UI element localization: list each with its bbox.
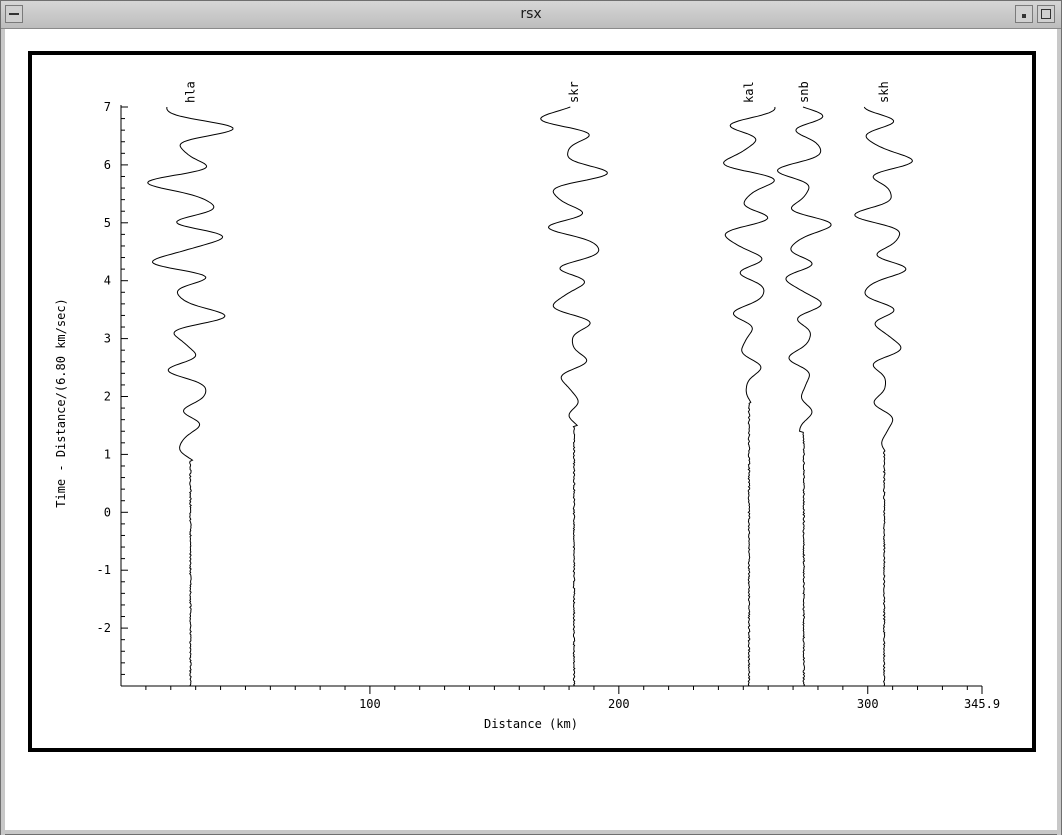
y-tick-label: 4 [104,274,111,288]
y-tick-label: 6 [104,158,111,172]
y-tick-label: 0 [104,505,111,519]
station-label-skr: skr [567,81,581,103]
y-tick-label: 1 [104,447,111,461]
y-axis-label: Time - Distance/(6.80 km/sec) [54,298,68,508]
y-tick-label: 5 [104,216,111,230]
seismogram-chart: -2 -1 0 1 2 3 4 5 6 7 100 200 300 345.9 hla skr kal snb s… [54,81,1001,731]
station-label-snb: snb [797,81,811,103]
trace-kal [723,106,776,687]
y-tick-label: 2 [104,390,111,404]
station-label-kal: kal [742,81,756,103]
x-tick-label: 345.9 [964,697,1000,711]
x-tick-label: 100 [359,697,381,711]
station-label-skh: skh [877,81,891,103]
y-tick-label: -1 [97,563,111,577]
y-tick-label: -2 [97,621,111,635]
x-axis-label: Distance (km) [484,717,578,731]
trace-hla [147,106,234,687]
trace-skh [854,106,913,687]
x-tick-label: 200 [608,697,630,711]
trace-snb [776,106,832,687]
trace-skr [540,106,608,687]
y-tick-label: 7 [104,100,111,114]
axes: -2 -1 0 1 2 3 4 5 6 7 100 200 300 345.9 [97,100,1001,711]
x-tick-label: 300 [857,697,879,711]
window-frame: rsx -2 -1 0 1 2 3 4 5 6 7 100 200 300 345.9 hla skr kal… [0,0,1062,835]
y-tick-label: 3 [104,332,111,346]
station-label-hla: hla [183,81,197,103]
traces: hla skr kal snb skh [147,81,913,687]
